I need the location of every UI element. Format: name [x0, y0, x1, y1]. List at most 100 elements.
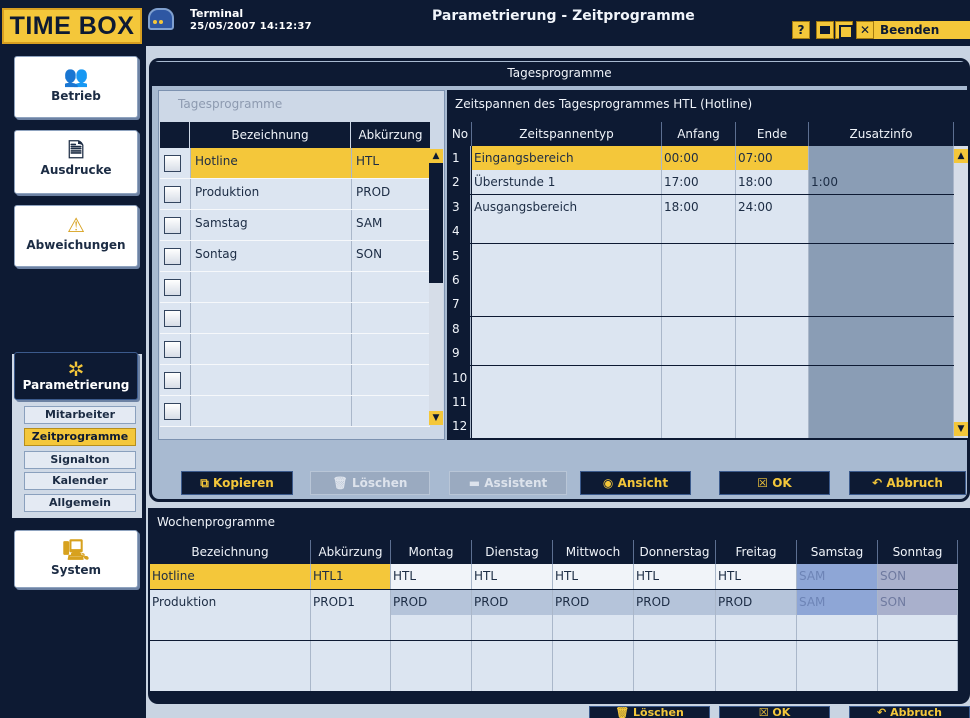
- bezeichnung-cell[interactable]: [150, 640, 311, 666]
- zeitspannentyp-cell[interactable]: [472, 316, 662, 341]
- sidebar-item-abweichungen[interactable]: ⚠ Abweichungen: [14, 205, 138, 267]
- dienstag-cell[interactable]: HTL: [472, 564, 553, 589]
- abkuerzung-cell[interactable]: [311, 666, 391, 692]
- maximize-button[interactable]: [835, 21, 853, 39]
- anfang-cell[interactable]: [662, 219, 736, 244]
- column-header-montag[interactable]: Montag: [391, 540, 472, 564]
- color-swatch-checkbox[interactable]: [164, 155, 181, 172]
- wochen-loeschen-button[interactable]: 🗑 Löschen: [589, 706, 710, 718]
- samstag-cell[interactable]: [797, 666, 878, 692]
- zeitspannentyp-cell[interactable]: Überstunde 1: [472, 170, 662, 195]
- column-header-mittwoch[interactable]: Mittwoch: [553, 540, 634, 564]
- zeitspanne-row[interactable]: 3 Ausgangsbereich 18:00 24:00: [449, 194, 954, 220]
- sidebar-item-parametrierung[interactable]: ✲ Parametrierung: [14, 352, 138, 400]
- montag-cell[interactable]: [391, 615, 472, 641]
- montag-cell[interactable]: PROD: [391, 589, 472, 615]
- zeitspannentyp-cell[interactable]: [472, 414, 662, 439]
- column-header-abkuerzung[interactable]: Abkürzung: [311, 540, 391, 564]
- color-swatch-checkbox[interactable]: [164, 403, 181, 420]
- abkuerzung-cell[interactable]: PROD1: [311, 589, 391, 615]
- abkuerzung-cell[interactable]: [351, 396, 430, 426]
- zeitspanne-row[interactable]: 4: [449, 219, 954, 244]
- sidebar-subitem-kalender[interactable]: Kalender: [24, 472, 136, 490]
- ende-cell[interactable]: [736, 219, 809, 244]
- mittwoch-cell[interactable]: PROD: [553, 589, 634, 615]
- bezeichnung-cell[interactable]: [190, 396, 351, 426]
- ende-cell[interactable]: [736, 341, 809, 366]
- tagesprogramm-row[interactable]: [160, 365, 430, 396]
- zeitspanne-row[interactable]: 10: [449, 365, 954, 391]
- color-swatch-checkbox[interactable]: [164, 186, 181, 203]
- bezeichnung-cell[interactable]: Hotline: [150, 564, 311, 589]
- scroll-up-icon[interactable]: ▲: [429, 149, 443, 163]
- sidebar-item-ausdrucke[interactable]: 🗎 Ausdrucke: [14, 130, 138, 194]
- beenden-button[interactable]: Beenden: [874, 21, 970, 39]
- zusatzinfo-cell[interactable]: [809, 341, 954, 366]
- wochen-ok-button[interactable]: ☒ OK: [719, 706, 830, 718]
- sonntag-cell[interactable]: SON: [878, 564, 958, 589]
- abkuerzung-cell[interactable]: [311, 640, 391, 666]
- zusatzinfo-cell[interactable]: [809, 414, 954, 439]
- zeitspannentyp-cell[interactable]: Eingangsbereich: [472, 146, 662, 170]
- zusatzinfo-cell[interactable]: 1:00: [809, 170, 954, 195]
- bezeichnung-cell[interactable]: [150, 615, 311, 641]
- abkuerzung-cell[interactable]: SON: [351, 241, 430, 271]
- zeitspannentyp-cell[interactable]: [472, 365, 662, 390]
- bezeichnung-cell[interactable]: [190, 272, 351, 302]
- abbruch-button[interactable]: ↶ Abbruch: [849, 471, 966, 495]
- sidebar-item-system[interactable]: 🖳 System: [14, 530, 138, 588]
- scroll-down-icon[interactable]: ▼: [429, 411, 443, 425]
- abkuerzung-cell[interactable]: HTL1: [311, 564, 391, 589]
- kopieren-button[interactable]: ⧉ Kopieren: [181, 471, 293, 495]
- freitag-cell[interactable]: [716, 615, 797, 641]
- column-header-bezeichnung[interactable]: Bezeichnung: [190, 122, 351, 148]
- montag-cell[interactable]: [391, 666, 472, 692]
- ende-cell[interactable]: [736, 292, 809, 317]
- anfang-cell[interactable]: [662, 341, 736, 366]
- anfang-cell[interactable]: 00:00: [662, 146, 736, 170]
- zusatzinfo-cell[interactable]: [809, 316, 954, 341]
- close-button[interactable]: ✕: [856, 21, 874, 39]
- minimize-button[interactable]: [816, 21, 834, 39]
- donnerstag-cell[interactable]: [634, 666, 716, 692]
- color-swatch-checkbox[interactable]: [164, 341, 181, 358]
- abkuerzung-cell[interactable]: [351, 365, 430, 395]
- sonntag-cell[interactable]: SON: [878, 589, 958, 615]
- bezeichnung-cell[interactable]: [190, 334, 351, 364]
- zusatzinfo-cell[interactable]: [809, 390, 954, 414]
- zusatzinfo-cell[interactable]: [809, 243, 954, 268]
- zusatzinfo-cell[interactable]: [809, 219, 954, 244]
- zeitspanne-row[interactable]: 9: [449, 341, 954, 366]
- freitag-cell[interactable]: HTL: [716, 564, 797, 589]
- zeitspannen-scrollbar[interactable]: [954, 146, 968, 438]
- ende-cell[interactable]: 18:00: [736, 170, 809, 195]
- anfang-cell[interactable]: [662, 268, 736, 292]
- donnerstag-cell[interactable]: [634, 640, 716, 666]
- column-header-freitag[interactable]: Freitag: [716, 540, 797, 564]
- zeitspanne-row[interactable]: 8: [449, 316, 954, 342]
- mittwoch-cell[interactable]: HTL: [553, 564, 634, 589]
- bezeichnung-cell[interactable]: Hotline: [190, 148, 351, 178]
- color-swatch-checkbox[interactable]: [164, 248, 181, 265]
- tagesprogramm-row[interactable]: Sontag SON: [160, 241, 430, 272]
- column-header-ende[interactable]: Ende: [736, 122, 809, 146]
- abkuerzung-cell[interactable]: HTL: [351, 148, 430, 178]
- abkuerzung-cell[interactable]: [311, 615, 391, 641]
- mittwoch-cell[interactable]: [553, 640, 634, 666]
- column-header-sonntag[interactable]: Sonntag: [878, 540, 958, 564]
- ansicht-button[interactable]: ◉ Ansicht: [580, 471, 691, 495]
- bezeichnung-cell[interactable]: [150, 666, 311, 692]
- bezeichnung-cell[interactable]: [190, 365, 351, 395]
- dienstag-cell[interactable]: [472, 666, 553, 692]
- zeitspannentyp-cell[interactable]: [472, 390, 662, 414]
- zeitspanne-row[interactable]: 7: [449, 292, 954, 317]
- ende-cell[interactable]: [736, 365, 809, 390]
- scroll-up-icon[interactable]: ▲: [954, 149, 968, 163]
- color-swatch-checkbox[interactable]: [164, 310, 181, 327]
- anfang-cell[interactable]: 17:00: [662, 170, 736, 195]
- zeitspanne-row[interactable]: 5: [449, 243, 954, 269]
- zeitspannentyp-cell[interactable]: [472, 341, 662, 366]
- color-swatch-checkbox[interactable]: [164, 217, 181, 234]
- zusatzinfo-cell[interactable]: [809, 365, 954, 390]
- abkuerzung-cell[interactable]: [351, 303, 430, 333]
